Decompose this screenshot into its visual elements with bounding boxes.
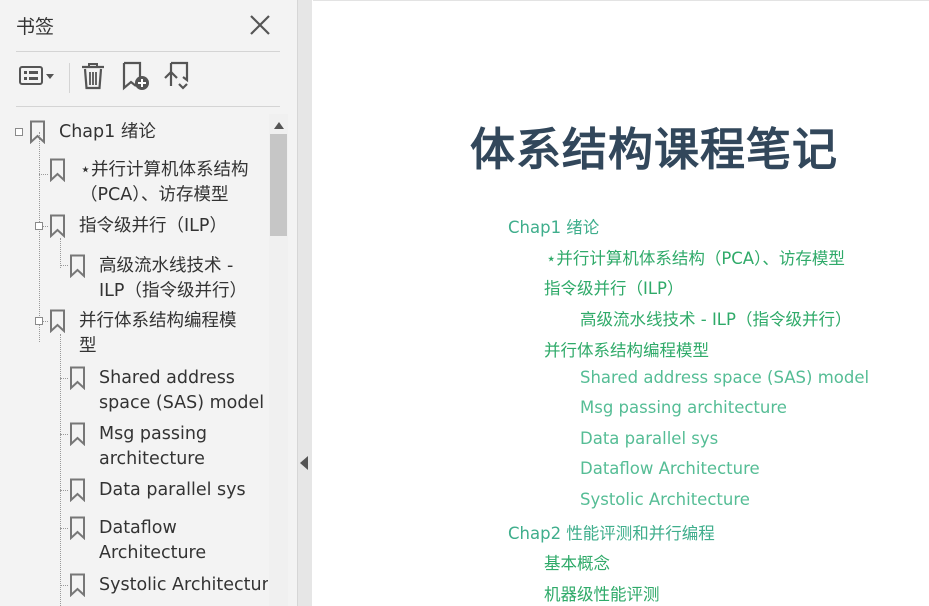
bookmark-icon — [48, 309, 68, 334]
bookmark-icon — [68, 573, 88, 598]
tree-toggle[interactable] — [35, 317, 43, 325]
tree-toggle[interactable] — [35, 222, 43, 230]
bookmark-label: （PCA）、访存模型 — [80, 185, 229, 205]
options-menu-button[interactable] — [17, 61, 59, 95]
bookmark-label: 型 — [79, 336, 97, 356]
tree-connector — [60, 334, 61, 606]
bookmark-icon — [68, 516, 88, 541]
add-bookmark-icon — [120, 60, 152, 96]
tree-connector — [60, 490, 68, 491]
tree-connector — [39, 174, 48, 175]
bookmark-tree: Chap1 绪论 ⋆并行计算机体系结构 （PCA）、访存模型 指令级并行（ILP… — [0, 110, 268, 606]
find-bookmark-button[interactable] — [160, 61, 194, 95]
toc-link[interactable]: Systolic Architecture — [580, 490, 750, 509]
bookmark-icon — [68, 478, 88, 503]
trash-icon — [80, 61, 106, 95]
bookmark-item[interactable]: 高级流水线技术 - ILP（指令级并行） — [68, 254, 247, 304]
bookmark-icon — [68, 254, 88, 279]
bookmark-item[interactable]: Data parallel sys — [68, 478, 246, 503]
toc-link[interactable]: Chap1 绪论 — [508, 214, 599, 238]
divider — [16, 51, 280, 52]
panel-splitter[interactable] — [297, 0, 312, 606]
bookmark-label: 高级流水线技术 - — [99, 256, 234, 276]
bookmark-label: Shared address — [99, 368, 235, 388]
scroll-up-arrow-icon — [273, 114, 284, 133]
collapse-panel-arrow-icon[interactable] — [300, 455, 309, 470]
bookmark-icon — [68, 366, 88, 391]
bookmark-icon — [48, 158, 68, 183]
toolbar-divider — [69, 63, 70, 93]
bookmark-label: Architecture — [99, 543, 207, 563]
toc-link[interactable]: Msg passing architecture — [580, 398, 787, 417]
toc-link[interactable]: 基本概念 — [544, 550, 610, 574]
tree-connector — [39, 132, 40, 342]
tree-connector — [60, 585, 68, 586]
bookmark-label: ILP（指令级并行） — [99, 281, 247, 301]
bookmark-item[interactable]: 并行体系结构编程模 型 — [48, 309, 237, 359]
bookmark-icon — [68, 422, 88, 447]
bookmark-item[interactable]: Shared address space (SAS) model — [68, 366, 264, 416]
bookmark-item[interactable]: ⋆并行计算机体系结构 （PCA）、访存模型 — [48, 158, 248, 208]
panel-title: 书签 — [16, 16, 55, 38]
toc-link[interactable]: Chap2 性能评测和并行编程 — [508, 520, 715, 544]
bookmark-label: 并行体系结构编程模 — [79, 311, 237, 331]
bookmark-item[interactable]: Chap1 绪论 — [28, 120, 156, 145]
tree-connector — [60, 434, 68, 435]
options-menu-icon — [18, 63, 58, 93]
bookmark-label: Dataflow — [99, 518, 177, 538]
toc-link[interactable]: 机器级性能评测 — [544, 581, 660, 605]
bookmark-label: architecture — [99, 449, 205, 469]
document-page: 体系结构课程笔记 Chap1 绪论 ⋆并行计算机体系结构（PCA）、访存模型 指… — [313, 0, 929, 606]
bookmark-item[interactable]: 指令级并行（ILP） — [48, 214, 227, 239]
toc-link[interactable]: ⋆并行计算机体系结构（PCA）、访存模型 — [546, 245, 845, 269]
bookmark-label: Chap1 绪论 — [59, 122, 156, 142]
toc-link[interactable]: 并行体系结构编程模型 — [544, 337, 709, 361]
toc-link[interactable]: 高级流水线技术 - ILP（指令级并行） — [580, 306, 851, 330]
bookmark-label: Msg passing — [99, 424, 208, 444]
scrollbar-thumb[interactable] — [270, 134, 287, 236]
tree-connector — [60, 265, 68, 266]
toc-link[interactable]: Data parallel sys — [580, 429, 718, 448]
find-bookmark-icon — [161, 60, 193, 96]
tree-connector — [60, 238, 61, 268]
tree-connector — [60, 528, 68, 529]
delete-bookmark-button[interactable] — [79, 61, 107, 95]
document-title: 体系结构课程笔记 — [470, 123, 839, 176]
bookmark-icon — [48, 214, 68, 239]
add-bookmark-button[interactable] — [119, 61, 153, 95]
bookmark-label: space (SAS) model — [99, 393, 265, 413]
tree-toggle[interactable] — [15, 128, 23, 136]
bookmark-label: 指令级并行（ILP） — [79, 216, 227, 236]
scroll-up-button[interactable] — [269, 114, 288, 132]
bookmark-item[interactable]: Msg passing architecture — [68, 422, 207, 472]
toc-link[interactable]: 指令级并行（ILP） — [544, 275, 684, 299]
bookmarks-panel: 书签 Chap1 绪论 ⋆并行计算机体系结构 （PCA）、访存模型 指令级并行（… — [0, 0, 297, 606]
tree-connector — [60, 378, 68, 379]
bookmark-label: ⋆并行计算机体系结构 — [80, 160, 249, 180]
bookmark-item[interactable]: Systolic Architecture — [68, 573, 268, 598]
bookmark-icon — [28, 120, 48, 145]
toc-link[interactable]: Dataflow Architecture — [580, 459, 760, 478]
bookmark-item[interactable]: Dataflow Architecture — [68, 516, 206, 566]
close-icon[interactable] — [246, 11, 274, 39]
toc-link[interactable]: Shared address space (SAS) model — [580, 368, 869, 387]
divider — [16, 106, 280, 107]
bookmark-label: Systolic Architecture — [99, 575, 268, 595]
bookmark-label: Data parallel sys — [99, 480, 246, 500]
